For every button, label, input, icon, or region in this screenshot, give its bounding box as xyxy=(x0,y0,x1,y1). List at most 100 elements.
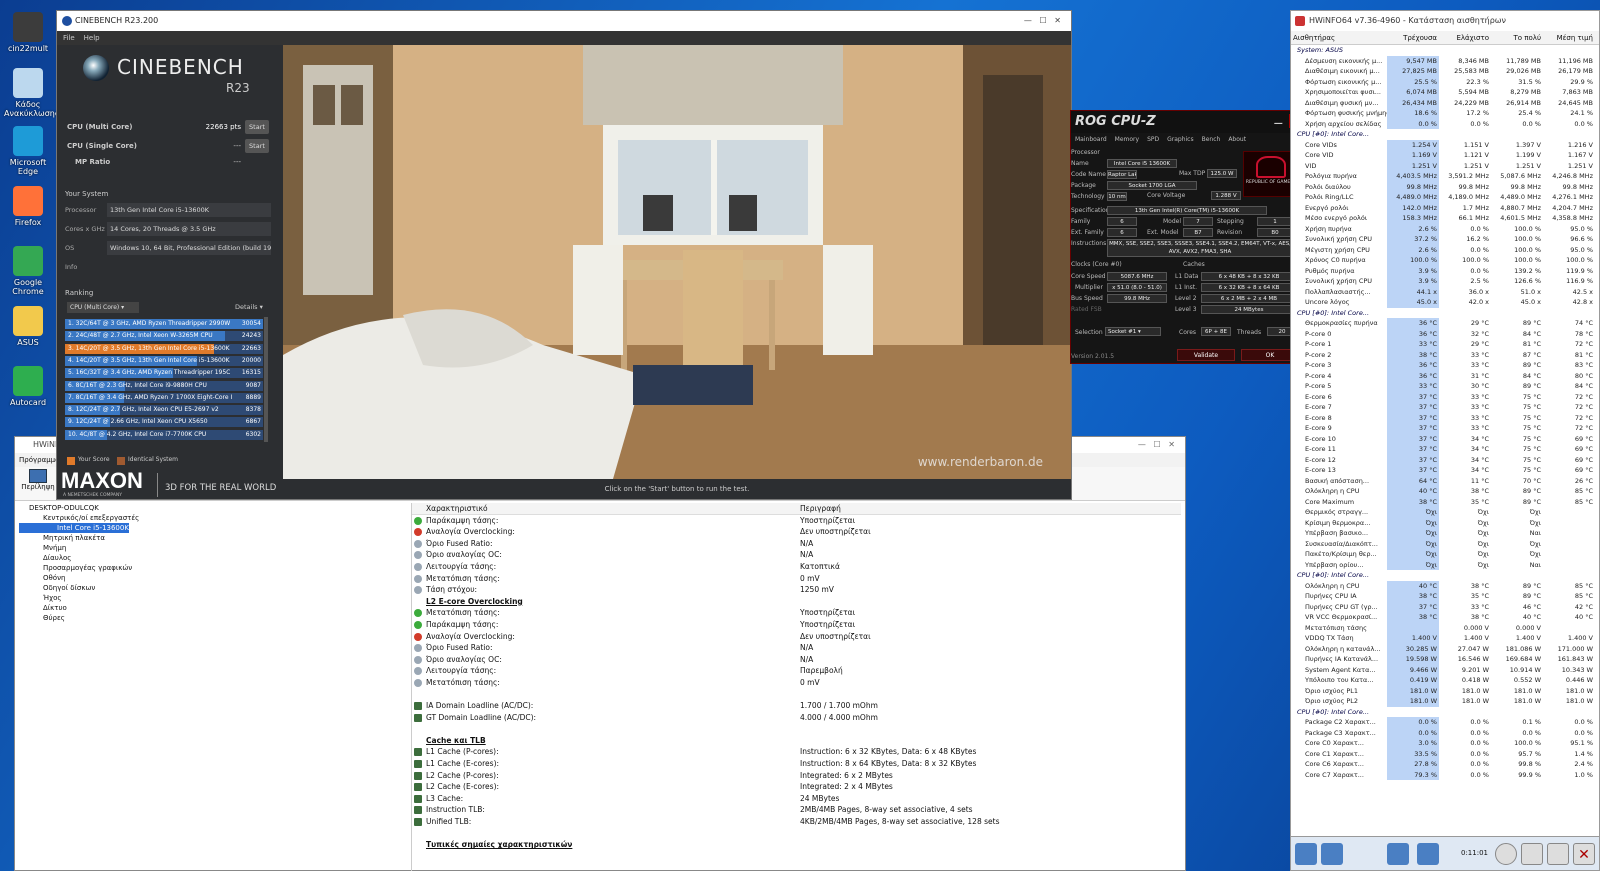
sensor-row[interactable]: Ρολόγια πυρήνα 4,403.5 MHz 3,591.2 MHz 5,08… xyxy=(1291,171,1599,182)
sensor-row[interactable]: Core C0 Χαρακτ... 3.0 % 0.0 % 100.0 % 95.1 % xyxy=(1291,738,1599,749)
sensor-row[interactable]: Μέσο ενεργό ρολόι 158.3 MHz 66.1 MHz 4,601.… xyxy=(1291,213,1599,224)
cpuz-titlebar[interactable]: ROG CPU-Z — ✕ xyxy=(1071,111,1307,133)
tree-node[interactable]: Μνήμη xyxy=(19,543,409,553)
tree-node[interactable]: Οδηγοί δίσκων xyxy=(19,583,409,593)
ranking-row[interactable]: 7. 8C/16T @ 3.4 GHz, AMD Ryzen 7 1700X E… xyxy=(65,392,263,403)
property-row[interactable]: Instruction TLB: 2MB/4MB Pages, 8-way set… xyxy=(412,804,1181,816)
sensor-row[interactable]: Package C3 Χαρακτ... 0.0 % 0.0 % 0.0 % 0.0 % xyxy=(1291,727,1599,738)
property-row[interactable]: Μετατόπιση τάσης: 0 mV xyxy=(412,573,1181,585)
sensor-row[interactable]: E-core 12 37 °C 34 °C 75 °C 69 °C xyxy=(1291,454,1599,465)
tree-node[interactable]: Μητρική πλακέτα xyxy=(19,533,409,543)
sensors-list[interactable]: System: ASUS Δέσμευση εικονικής μ... 9,547… xyxy=(1291,45,1599,780)
sensor-row[interactable]: P-core 0 36 °C 32 °C 84 °C 78 °C xyxy=(1291,328,1599,339)
sensor-col-header[interactable]: Μέση τιμή xyxy=(1543,31,1595,44)
ranking-row[interactable]: 5. 16C/32T @ 3.4 GHz, AMD Ryzen Threadri… xyxy=(65,368,263,379)
col-feature[interactable]: Χαρακτηριστικό xyxy=(412,503,800,514)
window-controls[interactable]: — ☐ ✕ xyxy=(1138,437,1175,453)
property-row[interactable]: Τάση στόχου: 1250 mV xyxy=(412,584,1181,596)
tree-node[interactable]: Κεντρικός/οί επεξεργαστές xyxy=(19,513,409,523)
desktop-icon[interactable]: Autocard xyxy=(4,366,52,407)
ranking-row[interactable]: 3. 14C/20T @ 3.5 GHz, 13th Gen Intel Cor… xyxy=(65,343,263,354)
sensor-row[interactable]: CPU [#0]: Intel Core... xyxy=(1291,129,1599,140)
multi-start-button[interactable]: Start xyxy=(245,120,269,134)
sensor-row[interactable]: Συσκευασία/Διακόπτ... Όχι Όχι Όχι xyxy=(1291,538,1599,549)
sensor-row[interactable]: Πυρήνες CPU IA 38 °C 35 °C 89 °C 85 °C xyxy=(1291,591,1599,602)
sensor-row[interactable]: Υπέρβαση ορίου... Όχι Όχι Ναι xyxy=(1291,559,1599,570)
sensor-row[interactable]: Μέγιστη χρήση CPU 2.6 % 0.0 % 100.0 % 95.0 % xyxy=(1291,244,1599,255)
sensor-row[interactable]: Χρησιμοποιείται φυσι... 6,074 MB 5,594 MB 8… xyxy=(1291,87,1599,98)
property-row[interactable]: Αναλογία Overclocking: Δεν υποστηρίζεται xyxy=(412,526,1181,538)
sensor-row[interactable]: Πυρήνες CPU GT (γρ... 37 °C 33 °C 46 °C 42 °… xyxy=(1291,601,1599,612)
property-row[interactable]: Παράκαμψη τάσης: Υποστηρίζεται xyxy=(412,619,1181,631)
sensor-row[interactable]: Core C7 Χαρακτ... 79.3 % 0.0 % 99.9 % 1.0 % xyxy=(1291,769,1599,780)
property-row[interactable]: Λειτουργία τάσης: Παρεμβολή xyxy=(412,665,1181,677)
network-icon[interactable] xyxy=(1387,843,1409,865)
sensor-row[interactable]: Ρολόι διαύλου 99.8 MHz 99.8 MHz 99.8 MHz 99.… xyxy=(1291,181,1599,192)
sensor-row[interactable]: Ενεργό ρολόι 142.0 MHz 1.7 MHz 4,880.7 MHz 4… xyxy=(1291,202,1599,213)
sensor-row[interactable]: Θερμικός στραγγ... Όχι Όχι Όχι xyxy=(1291,507,1599,518)
desktop-icon[interactable]: Firefox xyxy=(4,186,52,227)
sensor-row[interactable]: System: ASUS xyxy=(1291,45,1599,56)
property-row[interactable]: Αναλογία Overclocking: Δεν υποστηρίζεται xyxy=(412,631,1181,643)
sensor-row[interactable]: Χρόνος C0 πυρήνα 100.0 % 100.0 % 100.0 % 100… xyxy=(1291,255,1599,266)
sensor-row[interactable]: Ρυθμός πυρήνα 3.9 % 0.0 % 139.2 % 119.9 % xyxy=(1291,265,1599,276)
sensor-row[interactable]: E-core 8 37 °C 33 °C 75 °C 72 °C xyxy=(1291,412,1599,423)
sensor-row[interactable]: E-core 6 37 °C 33 °C 75 °C 72 °C xyxy=(1291,391,1599,402)
menu-help[interactable]: Help xyxy=(84,34,100,42)
validate-button[interactable]: Validate xyxy=(1177,349,1235,361)
window-controls[interactable]: — ☐ ✕ xyxy=(1024,11,1061,31)
ranking-select[interactable]: CPU (Multi Core) ▾ xyxy=(67,302,139,313)
ranking-scrollbar[interactable] xyxy=(264,317,268,442)
nav-left-icon[interactable] xyxy=(1295,843,1317,865)
summary-button[interactable]: Περίληψη xyxy=(21,469,55,491)
sensor-row[interactable]: Βασική απόσταση... 64 °C 11 °C 70 °C 26 °C xyxy=(1291,475,1599,486)
menu-program[interactable]: Πρόγραμμα xyxy=(19,456,60,464)
desktop-icon[interactable]: cin22mult xyxy=(4,12,52,53)
desktop-icon[interactable]: Κάδος Ανακύκλωσης xyxy=(4,68,60,118)
sensor-row[interactable]: Core C6 Χαρακτ... 27.8 % 0.0 % 99.8 % 2.4 % xyxy=(1291,759,1599,770)
sensor-col-header[interactable]: Το πολύ xyxy=(1491,31,1543,44)
tree-node[interactable]: Δίαυλος xyxy=(19,553,409,563)
sensor-row[interactable]: Φόρτωση εικονικής μ... 25.5 % 22.3 % 31.5 %… xyxy=(1291,76,1599,87)
sensor-row[interactable]: Όριο ισχύος PL2 181.0 W 181.0 W 181.0 W 181.… xyxy=(1291,696,1599,707)
property-row[interactable]: Unified TLB: 4KB/2MB/4MB Pages, 8-way set… xyxy=(412,816,1181,828)
sensor-row[interactable]: P-core 1 33 °C 29 °C 81 °C 72 °C xyxy=(1291,339,1599,350)
close-icon[interactable]: ✕ xyxy=(1573,843,1595,865)
property-row[interactable]: GT Domain Loadline (AC/DC): 4.000 / 4.000… xyxy=(412,712,1181,724)
tab-about[interactable]: About xyxy=(1224,135,1250,145)
sensor-row[interactable]: Συνολική χρήση CPU 37.2 % 16.2 % 100.0 % 96.… xyxy=(1291,234,1599,245)
tree-node[interactable]: Θύρες xyxy=(19,613,409,623)
sensor-row[interactable]: Core VIDs 1.254 V 1.151 V 1.397 V 1.216 V xyxy=(1291,139,1599,150)
sensor-row[interactable]: E-core 9 37 °C 33 °C 75 °C 72 °C xyxy=(1291,423,1599,434)
tab-memory[interactable]: Memory xyxy=(1111,135,1143,145)
tree-node[interactable]: Ήχος xyxy=(19,593,409,603)
sensor-row[interactable]: Ολόκληρη η κατανάλ... 30.285 W 27.047 W 181… xyxy=(1291,643,1599,654)
sensor-row[interactable]: Όριο ισχύος PL1 181.0 W 181.0 W 181.0 W 181.… xyxy=(1291,685,1599,696)
col-description[interactable]: Περιγραφή xyxy=(800,503,1180,514)
report-icon[interactable] xyxy=(1521,843,1543,865)
sensor-row[interactable]: CPU [#0]: Intel Core... xyxy=(1291,308,1599,319)
sensor-row[interactable]: Διαθέσιμη εικονική μ... 27,825 MB 25,583 M… xyxy=(1291,66,1599,77)
sensor-row[interactable]: Κρίσιμη θερμοκρα... Όχι Όχι Όχι xyxy=(1291,517,1599,528)
tree-node[interactable]: Προσαρμογέας γραφικών xyxy=(19,563,409,573)
ranking-row[interactable]: 10. 4C/8T @ 4.2 GHz, Intel Core i7-7700K… xyxy=(65,429,263,440)
property-row[interactable]: Cache και TLB xyxy=(412,735,1181,747)
sensor-row[interactable]: P-core 3 36 °C 33 °C 89 °C 83 °C xyxy=(1291,360,1599,371)
property-row[interactable]: Όριο αναλογίας OC: N/A xyxy=(412,654,1181,666)
sensor-col-header[interactable]: Ελάχιστο xyxy=(1439,31,1491,44)
property-row[interactable]: Όριο Fused Ratio: N/A xyxy=(412,538,1181,550)
sensor-row[interactable]: P-core 4 36 °C 31 °C 84 °C 80 °C xyxy=(1291,370,1599,381)
property-row[interactable]: Μετατόπιση τάσης: Υποστηρίζεται xyxy=(412,607,1181,619)
sensor-row[interactable]: VID 1.251 V 1.251 V 1.251 V 1.251 V xyxy=(1291,160,1599,171)
sensor-row[interactable]: Uncore λόγος 45.0 x 42.0 x 45.0 x 42.8 x xyxy=(1291,297,1599,308)
sensor-row[interactable]: Χρήση αρχείου σελίδας 0.0 % 0.0 % 0.0 % 0.0 … xyxy=(1291,118,1599,129)
property-row[interactable]: Όριο αναλογίας OC: N/A xyxy=(412,549,1181,561)
details-button[interactable]: Details ▾ xyxy=(235,303,263,311)
ranking-row[interactable]: 8. 12C/24T @ 2.7 GHz, Intel Xeon CPU E5-… xyxy=(65,405,263,416)
desktop-icon[interactable]: ASUS xyxy=(4,306,52,347)
ranking-row[interactable]: 1. 32C/64T @ 3 GHz, AMD Ryzen Threadripp… xyxy=(65,319,263,329)
property-row[interactable]: L2 Cache (P-cores): Integrated: 6 x 2 MBy… xyxy=(412,770,1181,782)
settings-icon[interactable] xyxy=(1547,843,1569,865)
sensor-row[interactable]: Θερμοκρασίες πυρήνα 36 °C 29 °C 89 °C 74 °C xyxy=(1291,318,1599,329)
device-tree[interactable]: DESKTOP-ODULCQK Κεντρικός/οί επεξεργαστές… xyxy=(19,503,409,623)
